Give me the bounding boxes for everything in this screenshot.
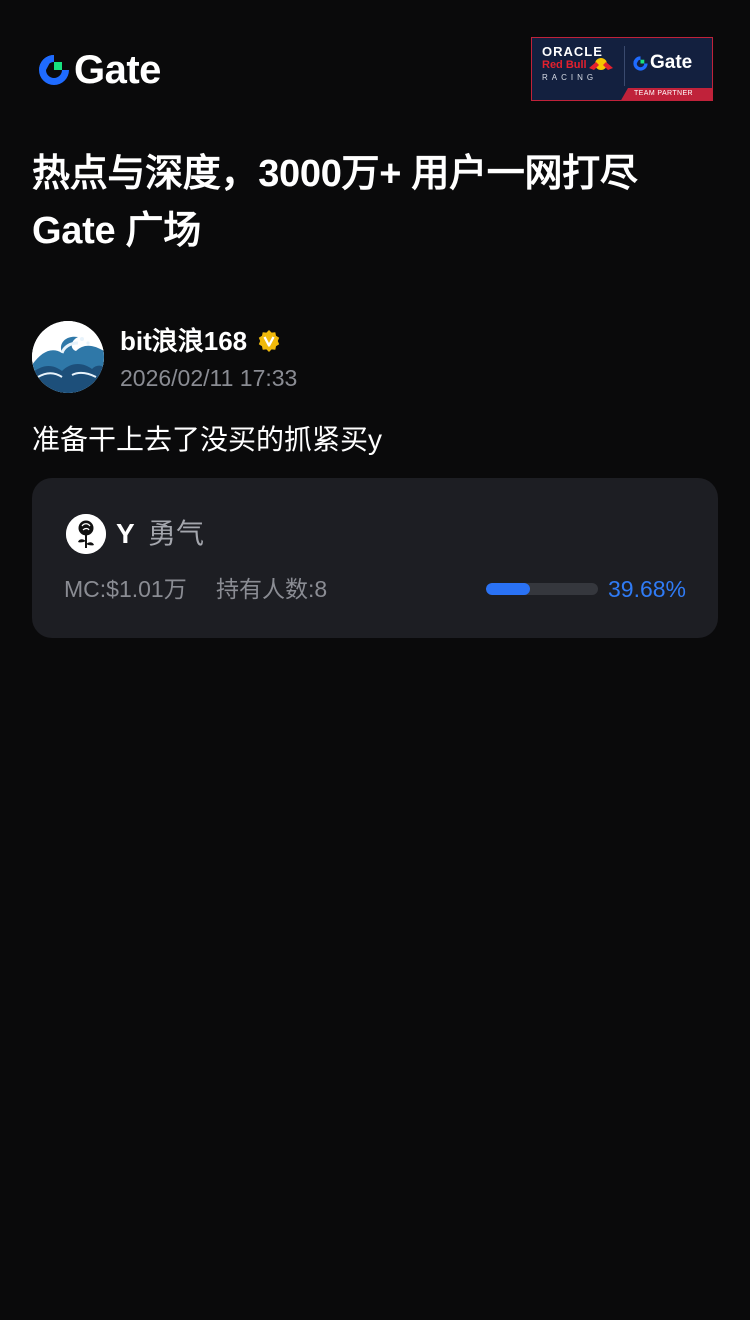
gate-logo-icon: [39, 55, 69, 85]
racing-text: RACING: [542, 73, 598, 82]
gate-logo-text: Gate: [74, 48, 161, 92]
avatar[interactable]: [32, 321, 104, 393]
header: Gate ORACLE Red Bull RACING Gate TEAM PA…: [0, 0, 750, 120]
token-market-cap: MC:$1.01万: [64, 576, 187, 602]
partner-gate-text: Gate: [650, 52, 693, 73]
post-author[interactable]: bit浪浪168 2026/02/11 17:33: [32, 321, 632, 393]
rose-icon: [66, 514, 106, 554]
token-progress-fill: [486, 583, 531, 595]
post-timestamp: 2026/02/11 17:33: [120, 365, 298, 391]
token-card[interactable]: Y 勇气 MC:$1.01万 持有人数:8 39.68%: [32, 478, 718, 638]
token-progress-percent: 39.68%: [607, 576, 686, 602]
partner-divider: [624, 46, 625, 86]
wave-avatar-icon: [32, 321, 104, 393]
gate-logo-small-icon: [633, 55, 648, 71]
headline-line-2: Gate 广场: [32, 210, 201, 252]
verified-badge-icon: [258, 330, 280, 352]
author-name-row: bit浪浪168: [120, 325, 281, 357]
red-bull-icon: [589, 58, 613, 70]
page-headline: 热点与深度，3000万+ 用户一网打尽 Gate 广场: [32, 146, 722, 260]
team-partner-banner[interactable]: ORACLE Red Bull RACING Gate TEAM PARTNER: [531, 37, 713, 101]
partner-gate-logo: Gate: [632, 52, 692, 74]
headline-line-1: 热点与深度，3000万+ 用户一网打尽: [32, 153, 638, 195]
token-name: 勇气: [148, 518, 205, 549]
post-body: 准备干上去了没买的抓紧买y: [32, 424, 383, 455]
token-symbol: Y: [116, 518, 135, 549]
gate-logo[interactable]: Gate: [36, 50, 161, 90]
redbull-text: Red Bull: [542, 59, 587, 71]
token-progress-bar: [486, 583, 598, 595]
token-holders-count: 持有人数:8: [216, 576, 328, 602]
team-partner-text: TEAM PARTNER: [634, 90, 693, 97]
author-name[interactable]: bit浪浪168: [120, 325, 247, 357]
token-avatar: [66, 514, 106, 554]
